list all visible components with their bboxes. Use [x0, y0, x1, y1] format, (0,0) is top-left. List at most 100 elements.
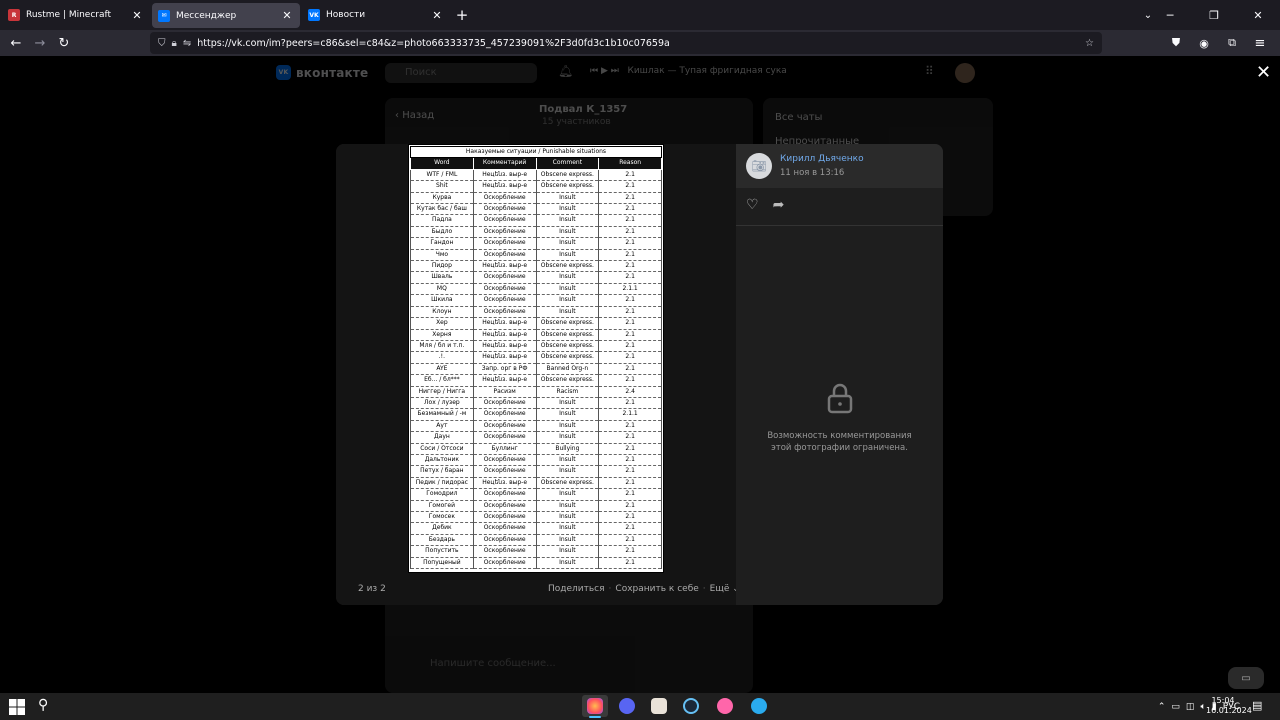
author-row: 📷︎ Кирилл Дьяченко 11 ноя в 13:16 [736, 144, 943, 188]
table-row: Аут Оскорбление Insult 2.1 [410, 419, 662, 433]
cell-comment-en: Insult [535, 396, 600, 410]
audio-player[interactable]: ⏮ ▶ ⏭ Кишлак — Тупая фригидная сука [590, 66, 787, 76]
cell-comment-ru: Оскорбление [472, 225, 537, 239]
vk-search-input[interactable]: Поиск [385, 63, 537, 83]
post-date[interactable]: 11 ноя в 13:16 [780, 168, 844, 178]
new-tab-button[interactable]: + [450, 0, 474, 30]
chevron-up-icon[interactable]: ⌃ [1158, 702, 1166, 712]
cell-comment-en: Obscene express. [535, 328, 600, 341]
table-row: Быдло Оскорбление Insult 2.1 [410, 225, 662, 239]
camera-avatar-icon[interactable]: 📷︎ [746, 153, 772, 179]
search-icon[interactable]: ⚲ [38, 697, 48, 713]
chat-bubble-icon[interactable]: ▭ [1228, 667, 1264, 689]
cell-reason: 2.1 [598, 248, 662, 262]
close-photo-icon[interactable]: ✕ [1256, 62, 1271, 83]
cell-comment-ru: Оскорбление [472, 533, 537, 547]
reload-icon[interactable]: ↻ [52, 31, 76, 55]
display-icon[interactable]: ▭ [1171, 702, 1180, 712]
cell-reason: 2.1 [598, 351, 662, 364]
close-tab-icon[interactable]: ✕ [280, 9, 294, 23]
minimize-icon[interactable]: ─ [1148, 0, 1192, 30]
message-input[interactable]: Напишите сообщение... [430, 658, 556, 669]
cell-comment-en: Insult [535, 305, 600, 319]
chat-title: Подвал К_1357 [539, 104, 628, 115]
extensions-icon[interactable]: ⧉ [1220, 31, 1244, 55]
cell-word: MQ [410, 282, 474, 296]
permissions-icon[interactable]: ⇋ [183, 38, 191, 49]
url-text[interactable]: https://vk.com/im?peers=c86&sel=c84&z=ph… [197, 38, 1079, 49]
cell-comment-ru: Оскорбление [472, 499, 537, 513]
photo-image[interactable]: Наказуемые ситуации / Punishable situati… [408, 144, 664, 573]
cell-comment-ru: Нецենз. выр-е [472, 180, 537, 193]
shield-icon[interactable]: ⛉ [158, 38, 166, 49]
url-bar[interactable]: ⛉ 🔒︎ ⇋ https://vk.com/im?peers=c86&sel=c… [150, 32, 1102, 54]
like-heart-icon[interactable]: ♡ [746, 197, 759, 213]
pocket-icon[interactable]: ⛊ [1164, 31, 1188, 55]
cell-comment-ru: Оскорбление [472, 271, 537, 284]
cell-comment-ru: Оскорбление [472, 419, 537, 433]
discord-taskbar-icon[interactable] [614, 695, 640, 717]
account-icon[interactable]: ◉ [1192, 31, 1216, 55]
image-app-taskbar-icon[interactable] [646, 695, 672, 717]
punishable-table: Наказуемые ситуации / Punishable situati… [410, 145, 662, 570]
back-link[interactable]: ‹ Назад [395, 110, 434, 121]
firefox-taskbar-icon[interactable] [582, 695, 608, 718]
cell-comment-ru: Нецենз. выр-е [472, 260, 537, 273]
photo-viewer-modal: Наказуемые ситуации / Punishable situati… [336, 144, 943, 605]
cell-comment-ru: Оскорбление [472, 237, 537, 250]
close-window-icon[interactable]: ✕ [1236, 0, 1280, 30]
clock[interactable]: 15:04 16.01.2024 [1206, 696, 1252, 716]
steam-taskbar-icon[interactable] [678, 695, 704, 717]
forward-icon[interactable]: → [28, 31, 52, 55]
close-tab-icon[interactable]: ✕ [130, 8, 144, 22]
cell-comment-en: Insult [535, 248, 600, 262]
cell-comment-en: Obscene express. [535, 180, 600, 193]
cell-comment-en: Insult [535, 419, 600, 433]
share-button[interactable]: Поделиться [548, 584, 605, 594]
table-row: Попущеный Оскорбление Insult 2.1 [410, 556, 662, 570]
cell-comment-ru: Расизм [472, 385, 537, 398]
table-row: Дальтоник Оскорбление Insult 2.1 [410, 453, 662, 467]
menu-icon[interactable]: ≡ [1248, 31, 1272, 55]
cell-word: Ниггер / Нигга [410, 385, 474, 398]
tab-rustme[interactable]: R Rustme | Minecraft ✕ [2, 0, 150, 30]
restore-icon[interactable]: ❐ [1192, 0, 1236, 30]
cell-comment-en: Banned Org-n [535, 362, 600, 376]
cell-comment-ru: Оскорбление [472, 556, 537, 570]
cell-comment-ru: Оскорбление [472, 431, 537, 444]
tab-messenger[interactable]: ✉ Мессенджер ✕ [152, 3, 300, 28]
cell-reason: 2.1 [598, 328, 662, 341]
author-name[interactable]: Кирилл Дьяченко [780, 154, 864, 164]
notifications-icon[interactable]: ▤ [1252, 699, 1262, 712]
lock-icon[interactable]: 🔒︎ [172, 38, 177, 49]
photo-area[interactable]: Наказуемые ситуации / Punishable situati… [336, 144, 740, 605]
table-row: Клоун Оскорбление Insult 2.1 [410, 305, 662, 319]
cell-comment-en: Insult [535, 237, 600, 250]
tab-news[interactable]: VK Новости ✕ [302, 0, 450, 30]
all-chats-item[interactable]: Все чаты [775, 112, 822, 123]
close-tab-icon[interactable]: ✕ [430, 8, 444, 22]
cell-word: Гомосек [410, 510, 474, 524]
cell-reason: 2.1 [598, 453, 662, 467]
back-icon[interactable]: ← [4, 31, 28, 55]
share-arrow-icon[interactable]: ➦ [773, 197, 785, 213]
osu-taskbar-icon[interactable] [712, 695, 738, 717]
cell-comment-ru: Оскорбление [472, 453, 537, 467]
cell-comment-en: Insult [535, 556, 600, 570]
bookmark-star-icon[interactable]: ☆ [1085, 38, 1094, 49]
cell-word: Попустить [410, 545, 474, 558]
cell-word: Гомодрил [410, 488, 474, 501]
table-row: Гомогей Оскорбление Insult 2.1 [410, 499, 662, 513]
apps-grid-icon[interactable]: ⠿ [925, 64, 934, 78]
save-button[interactable]: Сохранить к себе [615, 584, 698, 594]
cell-word: Быдло [410, 225, 474, 239]
profile-avatar[interactable] [955, 63, 975, 83]
vk-logo[interactable]: VK вконтакте [276, 65, 368, 80]
cell-comment-en: Insult [535, 453, 600, 467]
windows-start-icon[interactable] [8, 698, 26, 716]
cell-comment-en: Insult [535, 545, 600, 558]
network-icon[interactable]: ◫ [1186, 702, 1195, 712]
telegram-taskbar-icon[interactable] [746, 695, 772, 717]
notifications-bell-icon[interactable]: 🔔︎ [558, 64, 573, 78]
cell-comment-en: Obscene express. [535, 476, 600, 490]
